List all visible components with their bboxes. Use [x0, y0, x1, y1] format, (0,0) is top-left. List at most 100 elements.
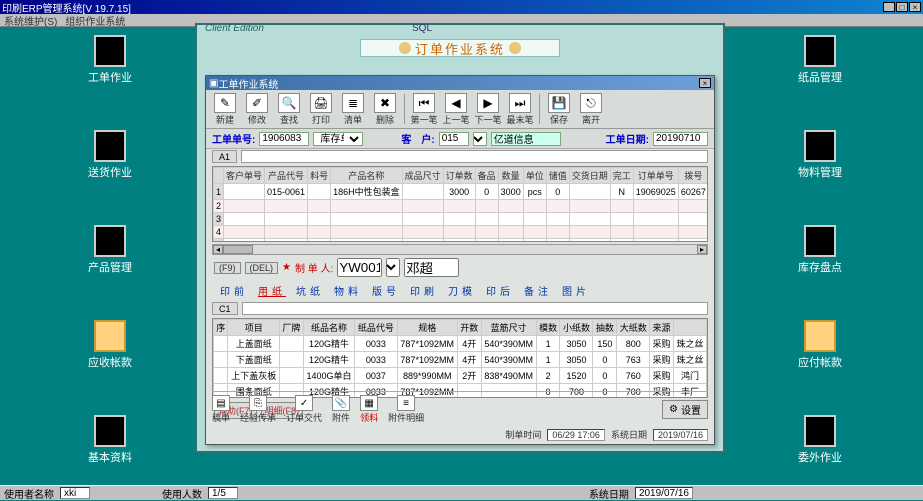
- desktop-icon-委外作业[interactable]: 委外作业: [790, 415, 850, 465]
- grid1-cell[interactable]: [308, 184, 331, 200]
- grid1-cell[interactable]: [633, 239, 678, 243]
- grid1-cell[interactable]: [633, 213, 678, 226]
- grid1-cell[interactable]: [498, 213, 523, 226]
- grid2-cell[interactable]: 0: [593, 352, 617, 368]
- maker-code-input[interactable]: [337, 258, 382, 277]
- grid1-cell[interactable]: [633, 200, 678, 213]
- grid1-cell[interactable]: [443, 226, 475, 239]
- grid1-cell[interactable]: [498, 200, 523, 213]
- grid1-hscroll[interactable]: ◂ ▸: [212, 244, 708, 255]
- grid2-cell[interactable]: 采购: [650, 336, 674, 352]
- grid1-cell[interactable]: [331, 213, 403, 226]
- grid2-cell[interactable]: 760: [617, 368, 650, 384]
- grid1-cell[interactable]: 186H中性包装盒: [331, 184, 403, 200]
- f9-button[interactable]: (F9): [214, 262, 241, 274]
- grid2-cell[interactable]: [214, 368, 228, 384]
- grid1-cell[interactable]: [523, 226, 546, 239]
- minimize-button[interactable]: _: [883, 2, 895, 12]
- grid1-cell[interactable]: [402, 239, 443, 243]
- grid2-cell[interactable]: 540*390MM: [481, 336, 536, 352]
- desktop-icon-工单作业[interactable]: 工单作业: [80, 35, 140, 85]
- grid2-cell[interactable]: 889*990MM: [397, 368, 457, 384]
- grid1-cell[interactable]: [569, 239, 610, 243]
- grid1-cell[interactable]: [569, 184, 610, 200]
- grid1-cell[interactable]: [569, 226, 610, 239]
- toolbar-最末笔-button[interactable]: ⏭最末笔: [505, 92, 535, 126]
- grid1-cell[interactable]: 3000: [498, 184, 523, 200]
- bottom-经验传承-button[interactable]: ⎘经验传承: [240, 395, 276, 424]
- grid1-cell[interactable]: [443, 200, 475, 213]
- tab-印后[interactable]: 印后: [486, 283, 514, 298]
- toolbar-新建-button[interactable]: ✎新建: [210, 92, 240, 126]
- grid2-cell[interactable]: 3050: [560, 352, 593, 368]
- bottom-附件明细-button[interactable]: ≡附件明细: [388, 395, 424, 424]
- tab-物料[interactable]: 物料: [334, 283, 362, 298]
- grid2-cell[interactable]: 珠之丝: [673, 352, 706, 368]
- grid1-cell[interactable]: [308, 200, 331, 213]
- grid1-cell[interactable]: [498, 239, 523, 243]
- grid2-cell[interactable]: 上下盖灰板: [228, 368, 280, 384]
- toolbar-上一笔-button[interactable]: ◀上一笔: [441, 92, 471, 126]
- tab-版号[interactable]: 版号: [372, 283, 400, 298]
- tab-备注[interactable]: 备注: [524, 283, 552, 298]
- grid2-cell[interactable]: 1: [536, 352, 560, 368]
- grid1-cell[interactable]: 3000: [443, 184, 475, 200]
- order-grid[interactable]: 客户单号产品代号料号产品名称成品尺寸订单数备品数量单位储值交货日期完工订单单号拨…: [212, 166, 708, 242]
- grid2-cell[interactable]: 0037: [355, 368, 397, 384]
- grid1-cell[interactable]: [475, 226, 498, 239]
- grid1-cell[interactable]: [498, 226, 523, 239]
- subwin-close-button[interactable]: ×: [699, 78, 711, 88]
- toolbar-查找-button[interactable]: 🔍查找: [274, 92, 304, 126]
- grid1-cell[interactable]: [678, 226, 708, 239]
- grid1-cell[interactable]: [402, 226, 443, 239]
- grid2-cell[interactable]: [279, 352, 303, 368]
- desktop-icon-库存盘点[interactable]: 库存盘点: [790, 225, 850, 275]
- grid1-cell[interactable]: [633, 226, 678, 239]
- desktop-icon-应收帐款[interactable]: 应收帐款: [80, 320, 140, 370]
- desktop-icon-产品管理[interactable]: 产品管理: [80, 225, 140, 275]
- bottom-稿单-button[interactable]: ▤稿单: [212, 395, 230, 424]
- bottom-附件-button[interactable]: 📎附件: [332, 395, 350, 424]
- grid2-cell[interactable]: 1520: [560, 368, 593, 384]
- grid1-cell[interactable]: [224, 200, 265, 213]
- scroll-thumb[interactable]: [223, 245, 253, 254]
- grid1-cell[interactable]: [678, 239, 708, 243]
- close-button[interactable]: ×: [909, 2, 921, 12]
- grid1-cell[interactable]: [224, 226, 265, 239]
- grid1-cell[interactable]: [569, 213, 610, 226]
- go-button[interactable]: ⚙设置: [662, 400, 708, 419]
- grid2-cell[interactable]: [214, 336, 228, 352]
- grid2-cell[interactable]: 150: [593, 336, 617, 352]
- grid1-cell[interactable]: [569, 200, 610, 213]
- grid2-cell[interactable]: 120G精牛: [303, 352, 355, 368]
- tab-坑纸[interactable]: 坑纸: [296, 283, 324, 298]
- grid1-cell[interactable]: [443, 239, 475, 243]
- bottom-领料-button[interactable]: ▦领料: [360, 395, 378, 424]
- grid1-cell[interactable]: [475, 213, 498, 226]
- tab-刀模[interactable]: 刀模: [448, 283, 476, 298]
- grid2-cell[interactable]: 2: [536, 368, 560, 384]
- grid1-cell[interactable]: [402, 200, 443, 213]
- maximize-button[interactable]: □: [896, 2, 908, 12]
- desktop-icon-应付帐款[interactable]: 应付帐款: [790, 320, 850, 370]
- tab-用纸[interactable]: 用纸: [258, 283, 286, 298]
- toolbar-离开-button[interactable]: ⎋离开: [576, 92, 606, 126]
- grid2-cell[interactable]: [214, 352, 228, 368]
- grid1-cell[interactable]: [523, 200, 546, 213]
- grid1-cell[interactable]: [402, 184, 443, 200]
- scroll-right-icon[interactable]: ▸: [697, 245, 707, 254]
- maker-dd[interactable]: [386, 258, 400, 277]
- grid1-cell[interactable]: [265, 239, 308, 243]
- grid1-cell[interactable]: [523, 213, 546, 226]
- toolbar-下一笔-button[interactable]: ▶下一笔: [473, 92, 503, 126]
- grid1-cell[interactable]: [443, 213, 475, 226]
- grid2-cell[interactable]: 珠之丝: [673, 336, 706, 352]
- grid1-cell[interactable]: [610, 239, 633, 243]
- customer-code-input[interactable]: [439, 132, 469, 146]
- maker-name-input[interactable]: [404, 258, 459, 277]
- grid1-cell[interactable]: [308, 239, 331, 243]
- grid2-cell[interactable]: 120G精牛: [303, 336, 355, 352]
- grid1-cell[interactable]: [475, 239, 498, 243]
- toolbar-修改-button[interactable]: ✐修改: [242, 92, 272, 126]
- grid1-cell[interactable]: [331, 239, 403, 243]
